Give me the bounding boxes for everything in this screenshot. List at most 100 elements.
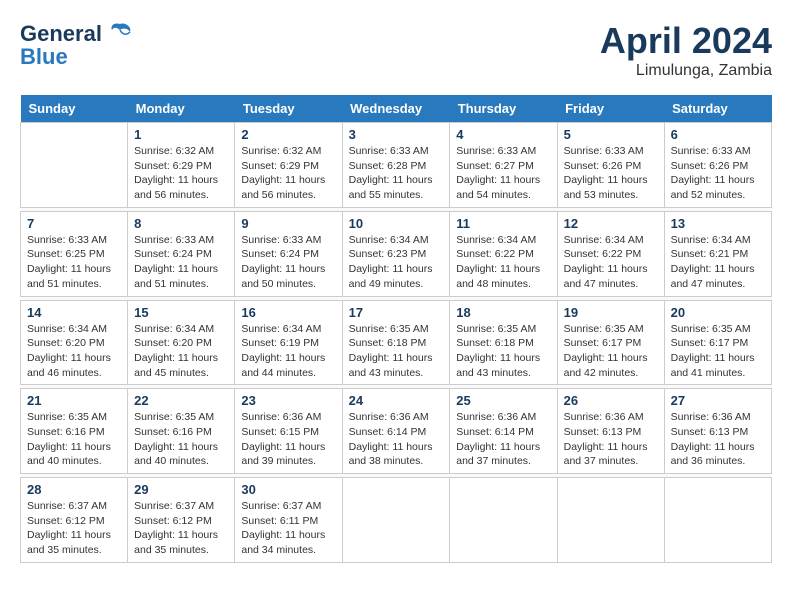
calendar-title: April 2024 (600, 20, 772, 62)
day-info: Sunrise: 6:36 AM Sunset: 6:15 PM Dayligh… (241, 410, 335, 469)
day-info: Sunrise: 6:34 AM Sunset: 6:22 PM Dayligh… (564, 233, 658, 292)
day-info: Sunrise: 6:32 AM Sunset: 6:29 PM Dayligh… (134, 144, 228, 203)
title-area: April 2024 Limulunga, Zambia (600, 20, 772, 80)
day-cell: 1 Sunrise: 6:32 AM Sunset: 6:29 PM Daylig… (128, 123, 235, 208)
day-cell: 8 Sunrise: 6:33 AM Sunset: 6:24 PM Daylig… (128, 211, 235, 296)
day-info: Sunrise: 6:37 AM Sunset: 6:12 PM Dayligh… (27, 499, 121, 558)
day-info: Sunrise: 6:35 AM Sunset: 6:16 PM Dayligh… (134, 410, 228, 469)
day-number: 11 (456, 216, 550, 231)
day-cell: 17 Sunrise: 6:35 AM Sunset: 6:18 PM Dayli… (342, 300, 450, 385)
day-info: Sunrise: 6:33 AM Sunset: 6:26 PM Dayligh… (564, 144, 658, 203)
day-info: Sunrise: 6:35 AM Sunset: 6:17 PM Dayligh… (564, 322, 658, 381)
day-number: 23 (241, 393, 335, 408)
day-number: 24 (349, 393, 444, 408)
page-header: General Blue April 2024 Limulunga, Zambi… (20, 20, 772, 80)
logo: General Blue (20, 20, 134, 70)
day-number: 27 (671, 393, 765, 408)
day-cell: 16 Sunrise: 6:34 AM Sunset: 6:19 PM Dayli… (235, 300, 342, 385)
day-cell (342, 478, 450, 563)
day-cell: 23 Sunrise: 6:36 AM Sunset: 6:15 PM Dayli… (235, 389, 342, 474)
day-number: 9 (241, 216, 335, 231)
day-cell: 18 Sunrise: 6:35 AM Sunset: 6:18 PM Dayli… (450, 300, 557, 385)
day-cell: 14 Sunrise: 6:34 AM Sunset: 6:20 PM Dayli… (21, 300, 128, 385)
day-info: Sunrise: 6:35 AM Sunset: 6:17 PM Dayligh… (671, 322, 765, 381)
day-number: 21 (27, 393, 121, 408)
day-cell: 24 Sunrise: 6:36 AM Sunset: 6:14 PM Dayli… (342, 389, 450, 474)
day-info: Sunrise: 6:35 AM Sunset: 6:18 PM Dayligh… (456, 322, 550, 381)
day-cell: 25Sunrise: 6:36 AM Sunset: 6:14 PM Dayli… (450, 389, 557, 474)
day-number: 26 (564, 393, 658, 408)
day-number: 1 (134, 127, 228, 142)
day-cell: 20 Sunrise: 6:35 AM Sunset: 6:17 PM Dayli… (664, 300, 771, 385)
day-number: 19 (564, 305, 658, 320)
day-number: 5 (564, 127, 658, 142)
day-info: Sunrise: 6:35 AM Sunset: 6:18 PM Dayligh… (349, 322, 444, 381)
day-number: 8 (134, 216, 228, 231)
day-info: Sunrise: 6:34 AM Sunset: 6:20 PM Dayligh… (134, 322, 228, 381)
day-info: Sunrise: 6:32 AM Sunset: 6:29 PM Dayligh… (241, 144, 335, 203)
day-cell: 9Sunrise: 6:33 AM Sunset: 6:24 PM Daylig… (235, 211, 342, 296)
day-cell: 28Sunrise: 6:37 AM Sunset: 6:12 PM Dayli… (21, 478, 128, 563)
day-info: Sunrise: 6:34 AM Sunset: 6:19 PM Dayligh… (241, 322, 335, 381)
week-row-3: 14 Sunrise: 6:34 AM Sunset: 6:20 PM Dayli… (21, 300, 772, 385)
day-number: 12 (564, 216, 658, 231)
day-number: 18 (456, 305, 550, 320)
day-number: 16 (241, 305, 335, 320)
day-cell: 6Sunrise: 6:33 AM Sunset: 6:26 PM Daylig… (664, 123, 771, 208)
day-cell: 29 Sunrise: 6:37 AM Sunset: 6:12 PM Dayli… (128, 478, 235, 563)
day-cell: 13Sunrise: 6:34 AM Sunset: 6:21 PM Dayli… (664, 211, 771, 296)
weekday-header-monday: Monday (128, 95, 235, 123)
weekday-header-tuesday: Tuesday (235, 95, 342, 123)
logo-bird-icon (106, 20, 134, 48)
day-number: 2 (241, 127, 335, 142)
day-number: 17 (349, 305, 444, 320)
day-info: Sunrise: 6:34 AM Sunset: 6:22 PM Dayligh… (456, 233, 550, 292)
day-cell: 11 Sunrise: 6:34 AM Sunset: 6:22 PM Dayli… (450, 211, 557, 296)
weekday-header-friday: Friday (557, 95, 664, 123)
weekday-header-row: SundayMondayTuesdayWednesdayThursdayFrid… (21, 95, 772, 123)
day-cell: 27 Sunrise: 6:36 AM Sunset: 6:13 PM Dayli… (664, 389, 771, 474)
day-cell (450, 478, 557, 563)
weekday-header-thursday: Thursday (450, 95, 557, 123)
day-cell: 22Sunrise: 6:35 AM Sunset: 6:16 PM Dayli… (128, 389, 235, 474)
day-cell: 21Sunrise: 6:35 AM Sunset: 6:16 PM Dayli… (21, 389, 128, 474)
day-number: 14 (27, 305, 121, 320)
day-cell (664, 478, 771, 563)
day-cell: 26 Sunrise: 6:36 AM Sunset: 6:13 PM Dayli… (557, 389, 664, 474)
week-row-4: 21 Sunrise: 6:35 AM Sunset: 6:16 PM Dayli… (21, 389, 772, 474)
day-cell: 3Sunrise: 6:33 AM Sunset: 6:28 PM Daylig… (342, 123, 450, 208)
day-cell: 15Sunrise: 6:34 AM Sunset: 6:20 PM Dayli… (128, 300, 235, 385)
calendar-subtitle: Limulunga, Zambia (600, 62, 772, 80)
day-info: Sunrise: 6:33 AM Sunset: 6:25 PM Dayligh… (27, 233, 121, 292)
day-cell: 10Sunrise: 6:34 AM Sunset: 6:23 PM Dayli… (342, 211, 450, 296)
week-row-2: 7Sunrise: 6:33 AM Sunset: 6:25 PM Daylig… (21, 211, 772, 296)
day-cell: 2 Sunrise: 6:32 AM Sunset: 6:29 PM Daylig… (235, 123, 342, 208)
weekday-header-saturday: Saturday (664, 95, 771, 123)
day-number: 20 (671, 305, 765, 320)
day-info: Sunrise: 6:34 AM Sunset: 6:21 PM Dayligh… (671, 233, 765, 292)
day-number: 6 (671, 127, 765, 142)
day-info: Sunrise: 6:33 AM Sunset: 6:24 PM Dayligh… (134, 233, 228, 292)
day-info: Sunrise: 6:34 AM Sunset: 6:20 PM Dayligh… (27, 322, 121, 381)
day-cell: 30 Sunrise: 6:37 AM Sunset: 6:11 PM Dayli… (235, 478, 342, 563)
day-cell: 4 Sunrise: 6:33 AM Sunset: 6:27 PM Daylig… (450, 123, 557, 208)
day-info: Sunrise: 6:36 AM Sunset: 6:13 PM Dayligh… (671, 410, 765, 469)
day-cell: 12 Sunrise: 6:34 AM Sunset: 6:22 PM Dayli… (557, 211, 664, 296)
weekday-header-sunday: Sunday (21, 95, 128, 123)
day-number: 10 (349, 216, 444, 231)
day-number: 30 (241, 482, 335, 497)
day-cell (557, 478, 664, 563)
day-info: Sunrise: 6:36 AM Sunset: 6:13 PM Dayligh… (564, 410, 658, 469)
day-info: Sunrise: 6:36 AM Sunset: 6:14 PM Dayligh… (456, 410, 550, 469)
week-row-1: 1 Sunrise: 6:32 AM Sunset: 6:29 PM Daylig… (21, 123, 772, 208)
day-number: 29 (134, 482, 228, 497)
day-cell (21, 123, 128, 208)
day-info: Sunrise: 6:33 AM Sunset: 6:27 PM Dayligh… (456, 144, 550, 203)
calendar-table: SundayMondayTuesdayWednesdayThursdayFrid… (20, 95, 772, 563)
day-info: Sunrise: 6:36 AM Sunset: 6:14 PM Dayligh… (349, 410, 444, 469)
logo-blue: Blue (20, 44, 68, 70)
day-info: Sunrise: 6:37 AM Sunset: 6:11 PM Dayligh… (241, 499, 335, 558)
day-info: Sunrise: 6:37 AM Sunset: 6:12 PM Dayligh… (134, 499, 228, 558)
day-number: 4 (456, 127, 550, 142)
week-row-5: 28Sunrise: 6:37 AM Sunset: 6:12 PM Dayli… (21, 478, 772, 563)
